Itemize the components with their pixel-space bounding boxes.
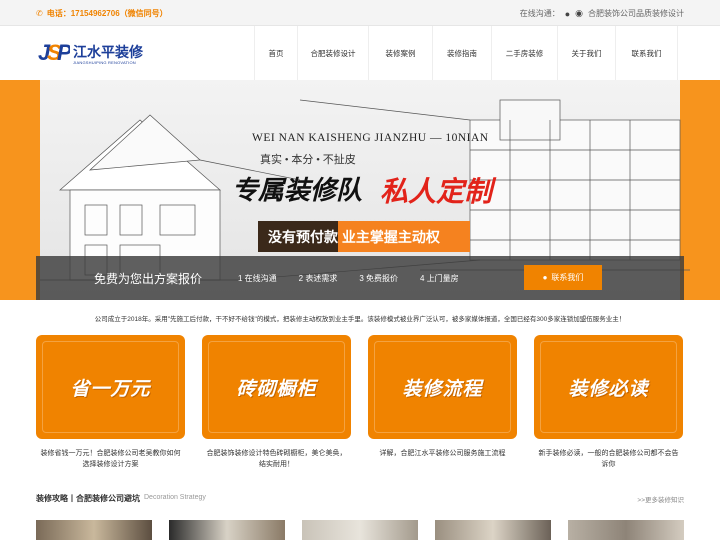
card-desc[interactable]: 装修省钱一万元！合肥装修公司老吴教你如何选择装修设计方案 (36, 448, 185, 470)
nav-item-about[interactable]: 关于我们 (557, 26, 615, 80)
nav-item-secondhand[interactable]: 二手房装修 (491, 26, 557, 80)
feature-card[interactable]: 省一万元 装修省钱一万元！合肥装修公司老吴教你如何选择装修设计方案 (36, 335, 185, 470)
logo-icon: J S P (38, 40, 73, 65)
hero-slogan-sub: 真实 • 本分 • 不扯皮 (260, 154, 356, 166)
hero-slogan-main: 专属装修队 (232, 175, 363, 205)
step-item: 1 在线沟通 (238, 274, 277, 283)
headset-icon[interactable]: ◉ (575, 8, 583, 19)
card-tile[interactable]: 装修必读 (534, 335, 683, 439)
svg-text:P: P (57, 40, 70, 65)
main-nav: 首页 合肥装修设计 装修案例 装修指南 二手房装修 关于我们 联系我们 (254, 26, 678, 80)
logo-mark: J S P (38, 39, 73, 71)
top-right: 在线沟通： ● ◉ 合肥装饰公司品质装修设计 (520, 8, 684, 19)
more-link[interactable]: >>更多装修知识 (637, 494, 684, 504)
online-label: 在线沟通： (519, 9, 560, 18)
nav-item-guide[interactable]: 装修指南 (432, 26, 491, 80)
contact-us-button[interactable]: ● 联系我们 (524, 265, 602, 290)
card-tile[interactable]: 砖砌橱柜 (202, 335, 351, 439)
nav-item-home[interactable]: 首页 (254, 26, 297, 80)
step-item: 4 上门量房 (420, 274, 459, 283)
step-item: 3 免费报价 (359, 274, 399, 283)
article-thumbnail[interactable] (302, 520, 418, 540)
nav-item-design[interactable]: 合肥装修设计 (297, 26, 368, 80)
nav-item-cases[interactable]: 装修案例 (368, 26, 432, 80)
nav-item-contact[interactable]: 联系我们 (615, 26, 678, 80)
quote-title: 免费为您出方案报价 (94, 272, 203, 286)
article-thumbnails (36, 520, 684, 540)
phone-text: 电话：17154962706（微信同号） (46, 9, 168, 18)
hero-slogan-red: 私人定制 (380, 176, 493, 207)
feature-cards: 省一万元 装修省钱一万元！合肥装修公司老吴教你如何选择装修设计方案 砖砌橱柜 合… (36, 335, 684, 470)
quote-strip: 免费为您出方案报价 1 在线沟通 2 表述需求 3 免费报价 4 上门量房 ● … (36, 256, 684, 300)
hero-slogan-en: WEI NAN KAISHENG JIANZHU — 10NIAN (252, 132, 489, 144)
contact-us-label: 联系我们 (551, 273, 584, 282)
quote-steps: 1 在线沟通 2 表述需求 3 免费报价 4 上门量房 (238, 273, 459, 284)
article-thumbnail[interactable] (435, 520, 551, 540)
logo-name: 江水平装修 (73, 44, 143, 60)
chat-icon: ● (542, 273, 548, 282)
site-logo[interactable]: J S P 江水平装修 JIANGSHUIPING RENOVATION (38, 39, 143, 71)
feature-card[interactable]: 装修必读 新手装修必读，一般的合肥装修公司都不会告诉你 (534, 335, 683, 470)
card-desc[interactable]: 合肥装饰装修设计特色砖砌橱柜，美仑美奂，结实耐用！ (202, 448, 351, 470)
section-subtitle: Decoration Strategy (144, 494, 206, 501)
article-thumbnail[interactable] (568, 520, 684, 540)
card-tile[interactable]: 装修流程 (368, 335, 517, 439)
company-intro: 公司成立于2018年。采用"先施工后付款，干不好不给钱"的模式，把装修主动权放到… (94, 316, 626, 323)
qq-icon[interactable]: ● (565, 9, 570, 19)
feature-card[interactable]: 装修流程 详解，合肥江水平装修公司服务施工流程 (368, 335, 517, 470)
section-title: 装修攻略丨合肥装修公司避坑 (36, 494, 140, 503)
phone-info[interactable]: ✆ 电话：17154962706（微信同号） (36, 8, 168, 19)
phone-icon: ✆ (36, 9, 43, 18)
step-item: 2 表述需求 (298, 274, 338, 283)
card-desc[interactable]: 新手装修必读，一般的合肥装修公司都不会告诉你 (534, 448, 683, 470)
feature-card[interactable]: 砖砌橱柜 合肥装饰装修设计特色砖砌橱柜，美仑美奂，结实耐用！ (202, 335, 351, 470)
strategy-section-header: 装修攻略丨合肥装修公司避坑 Decoration Strategy >>更多装修… (36, 492, 684, 506)
article-thumbnail[interactable] (169, 520, 285, 540)
top-bar: ✆ 电话：17154962706（微信同号） 在线沟通： ● ◉ 合肥装饰公司品… (0, 0, 720, 26)
card-desc[interactable]: 详解，合肥江水平装修公司服务施工流程 (368, 448, 517, 459)
card-tile[interactable]: 省一万元 (36, 335, 185, 439)
top-slogan: 合肥装饰公司品质装修设计 (588, 9, 684, 18)
article-thumbnail[interactable] (36, 520, 152, 540)
hero-bar-text: 没有预付款 业主掌握主动权 (268, 229, 440, 245)
site-header: J S P 江水平装修 JIANGSHUIPING RENOVATION 首页 … (0, 26, 720, 80)
logo-en: JIANGSHUIPING RENOVATION (73, 60, 136, 65)
